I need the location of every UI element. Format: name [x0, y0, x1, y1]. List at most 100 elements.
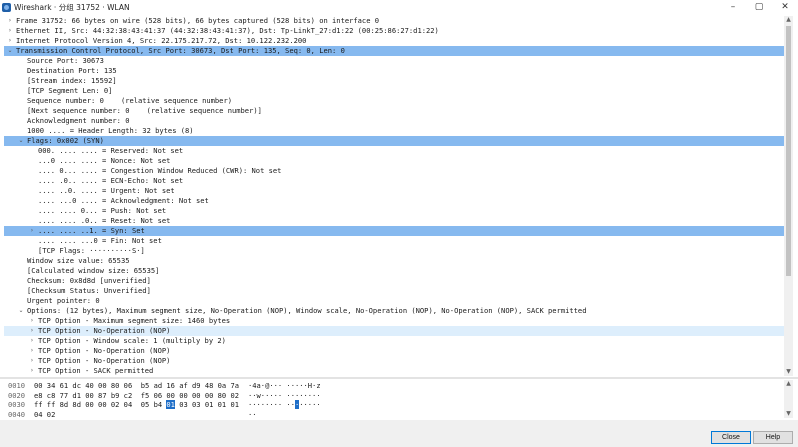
ascii-bytes[interactable]: ··w····· ········ — [248, 391, 321, 401]
tree-row-label: TCP Option - SACK permitted — [38, 366, 154, 375]
tree-row[interactable]: Source Port: 30673 — [4, 56, 784, 66]
packet-details-tree[interactable]: › Frame 31752: 66 bytes on wire (528 bits… — [4, 16, 784, 376]
hex-segment[interactable]: ff ff 8d 8d 00 00 02 04 05 b4 — [34, 400, 166, 409]
tree-row[interactable]: › TCP Option - No-Operation (NOP) — [4, 326, 784, 336]
details-scrollbar[interactable]: ▲ ▼ — [784, 16, 793, 376]
chevron-right-icon[interactable]: › — [6, 16, 14, 26]
tree-row[interactable]: .... .... 0... = Push: Not set — [4, 206, 784, 216]
hex-segment[interactable]: 04 02 — [34, 410, 55, 419]
tree-row[interactable]: › TCP Option - Maximum segment size: 1460… — [4, 316, 784, 326]
ascii-segment[interactable]: ·4a·@··· ·····H·z — [248, 381, 321, 390]
tree-row[interactable]: .... ..0. .... = Urgent: Not set — [4, 186, 784, 196]
ascii-bytes[interactable]: ·· — [248, 410, 257, 419]
tree-row-label: Destination Port: 135 — [27, 66, 117, 75]
tree-row[interactable]: Urgent pointer: 0 — [4, 296, 784, 306]
ascii-bytes[interactable]: ·4a·@··· ·····H·z — [248, 381, 321, 391]
help-button[interactable]: Help — [753, 431, 793, 444]
tree-row[interactable]: Window size value: 65535 — [4, 256, 784, 266]
hex-segment[interactable]: 03 03 01 01 01 — [175, 400, 239, 409]
selected-byte[interactable]: 01 — [166, 400, 175, 409]
chevron-right-icon[interactable]: › — [28, 336, 36, 346]
maximize-button[interactable]: ▢ — [746, 0, 772, 14]
tree-row[interactable]: › TCP Option - No-Operation (NOP) — [4, 356, 784, 366]
tree-row[interactable]: 000. .... .... = Reserved: Not set — [4, 146, 784, 156]
chevron-right-icon[interactable]: › — [28, 326, 36, 336]
chevron-right-icon[interactable]: › — [6, 36, 14, 46]
tree-row[interactable]: .... .... .0.. = Reset: Not set — [4, 216, 784, 226]
tree-row-label: [Checksum Status: Unverified] — [27, 286, 151, 295]
tree-row[interactable]: [Checksum Status: Unverified] — [4, 286, 784, 296]
scroll-up-icon[interactable]: ▲ — [784, 16, 793, 24]
scroll-down-icon[interactable]: ▼ — [784, 410, 793, 418]
pane-splitter[interactable] — [0, 377, 798, 379]
hex-segment[interactable]: e8 c8 77 d1 00 87 b9 c2 f5 06 00 00 00 0… — [34, 391, 239, 400]
bytes-row[interactable]: 0030 ff ff 8d 8d 00 00 02 04 05 b4 01 03 … — [4, 400, 784, 410]
chevron-down-icon[interactable]: ⌄ — [17, 136, 25, 146]
bytes-row[interactable]: 0040 04 02 ·· — [4, 410, 784, 419]
tree-row[interactable]: .... 0... .... = Congestion Window Reduc… — [4, 166, 784, 176]
chevron-right-icon[interactable]: › — [28, 356, 36, 366]
minimize-button[interactable]: – — [720, 0, 746, 14]
bytes-scrollbar[interactable]: ▲ ▼ — [784, 380, 793, 418]
chevron-down-icon[interactable]: ⌄ — [6, 46, 14, 56]
bytes-row[interactable]: 0020 e8 c8 77 d1 00 87 b9 c2 f5 06 00 00 … — [4, 391, 784, 401]
tree-row[interactable]: ›.... .... ..1. = Syn: Set — [4, 226, 784, 236]
tree-row-label: Internet Protocol Version 4, Src: 22.175… — [16, 36, 307, 45]
tree-row[interactable]: [Stream index: 15592] — [4, 76, 784, 86]
ascii-segment[interactable]: ········ ·· — [248, 400, 295, 409]
hex-bytes[interactable]: ff ff 8d 8d 00 00 02 04 05 b4 01 03 03 0… — [34, 400, 239, 410]
chevron-right-icon[interactable]: › — [28, 346, 36, 356]
tree-row[interactable]: › Internet Protocol Version 4, Src: 22.17… — [4, 36, 784, 46]
tree-row[interactable]: [TCP Flags: ··········S·] — [4, 246, 784, 256]
hex-bytes[interactable]: 04 02 — [34, 410, 55, 419]
tree-row[interactable]: ...0 .... .... = Nonce: Not set — [4, 156, 784, 166]
ascii-segment[interactable]: ··w····· ········ — [248, 391, 321, 400]
scroll-up-icon[interactable]: ▲ — [784, 380, 793, 388]
hex-bytes[interactable]: e8 c8 77 d1 00 87 b9 c2 f5 06 00 00 00 0… — [34, 391, 239, 401]
tree-row[interactable]: › TCP Option - SACK permitted — [4, 366, 784, 376]
scroll-down-icon[interactable]: ▼ — [784, 368, 793, 376]
tree-row-label: [TCP Flags: ··········S·] — [38, 246, 145, 255]
byte-offset: 0040 — [8, 409, 26, 419]
scroll-thumb[interactable] — [786, 26, 791, 276]
chevron-down-icon[interactable]: ⌄ — [17, 306, 25, 316]
tree-row[interactable]: Sequence number: 0 (relative sequence nu… — [4, 96, 784, 106]
tree-row[interactable]: ⌄ Options: (12 bytes), Maximum segment si… — [4, 306, 784, 316]
close-window-button[interactable]: ✕ — [772, 0, 798, 14]
tree-row[interactable]: .... ...0 .... = Acknowledgment: Not set — [4, 196, 784, 206]
tree-row-label: Urgent pointer: 0 — [27, 296, 100, 305]
window-title: Wireshark · 分组 31752 · WLAN — [14, 2, 130, 12]
tree-row[interactable]: ⌄ Flags: 0x002 (SYN) — [4, 136, 784, 146]
tree-row[interactable]: › Frame 31752: 66 bytes on wire (528 bits… — [4, 16, 784, 26]
tree-row-label: 1000 .... = Header Length: 32 bytes (8) — [27, 126, 194, 135]
chevron-right-icon[interactable]: › — [6, 26, 14, 36]
tree-row[interactable]: Destination Port: 135 — [4, 66, 784, 76]
tree-row[interactable]: › Ethernet II, Src: 44:32:38:43:41:37 (44… — [4, 26, 784, 36]
tree-row[interactable]: › TCP Option - No-Operation (NOP) — [4, 346, 784, 356]
tree-row[interactable]: ⌄ Transmission Control Protocol, Src Port… — [4, 46, 784, 56]
tree-row[interactable]: Acknowledgment number: 0 — [4, 116, 784, 126]
bytes-row[interactable]: 0010 00 34 61 dc 40 00 80 06 b5 ad 16 af … — [4, 381, 784, 391]
tree-row[interactable]: 1000 .... = Header Length: 32 bytes (8) — [4, 126, 784, 136]
tree-row[interactable]: .... .0.. .... = ECN-Echo: Not set — [4, 176, 784, 186]
dialog-button-bar — [0, 420, 798, 447]
close-button[interactable]: Close — [711, 431, 751, 444]
hex-segment[interactable]: 00 34 61 dc 40 00 80 06 b5 ad 16 af d9 4… — [34, 381, 239, 390]
hex-bytes[interactable]: 00 34 61 dc 40 00 80 06 b5 ad 16 af d9 4… — [34, 381, 239, 391]
tree-row-label: [Next sequence number: 0 (relative seque… — [27, 106, 262, 115]
chevron-right-icon[interactable]: › — [28, 226, 36, 236]
ascii-segment[interactable]: ·· — [248, 410, 257, 419]
tree-row[interactable]: [TCP Segment Len: 0] — [4, 86, 784, 96]
tree-row[interactable]: .... .... ...0 = Fin: Not set — [4, 236, 784, 246]
tree-row-label: Ethernet II, Src: 44:32:38:43:41:37 (44:… — [16, 26, 439, 35]
ascii-segment[interactable]: ····· — [299, 400, 320, 409]
ascii-bytes[interactable]: ········ ········ — [248, 400, 321, 410]
tree-row[interactable]: [Calculated window size: 65535] — [4, 266, 784, 276]
tree-row[interactable]: › TCP Option - Window scale: 1 (multiply … — [4, 336, 784, 346]
packet-bytes-pane[interactable]: 0010 00 34 61 dc 40 00 80 06 b5 ad 16 af … — [4, 380, 784, 418]
tree-row[interactable]: [Next sequence number: 0 (relative seque… — [4, 106, 784, 116]
chevron-right-icon[interactable]: › — [28, 366, 36, 376]
tree-row[interactable]: Checksum: 0x8d8d [unverified] — [4, 276, 784, 286]
chevron-right-icon[interactable]: › — [28, 316, 36, 326]
window-controls: – ▢ ✕ — [720, 0, 798, 14]
